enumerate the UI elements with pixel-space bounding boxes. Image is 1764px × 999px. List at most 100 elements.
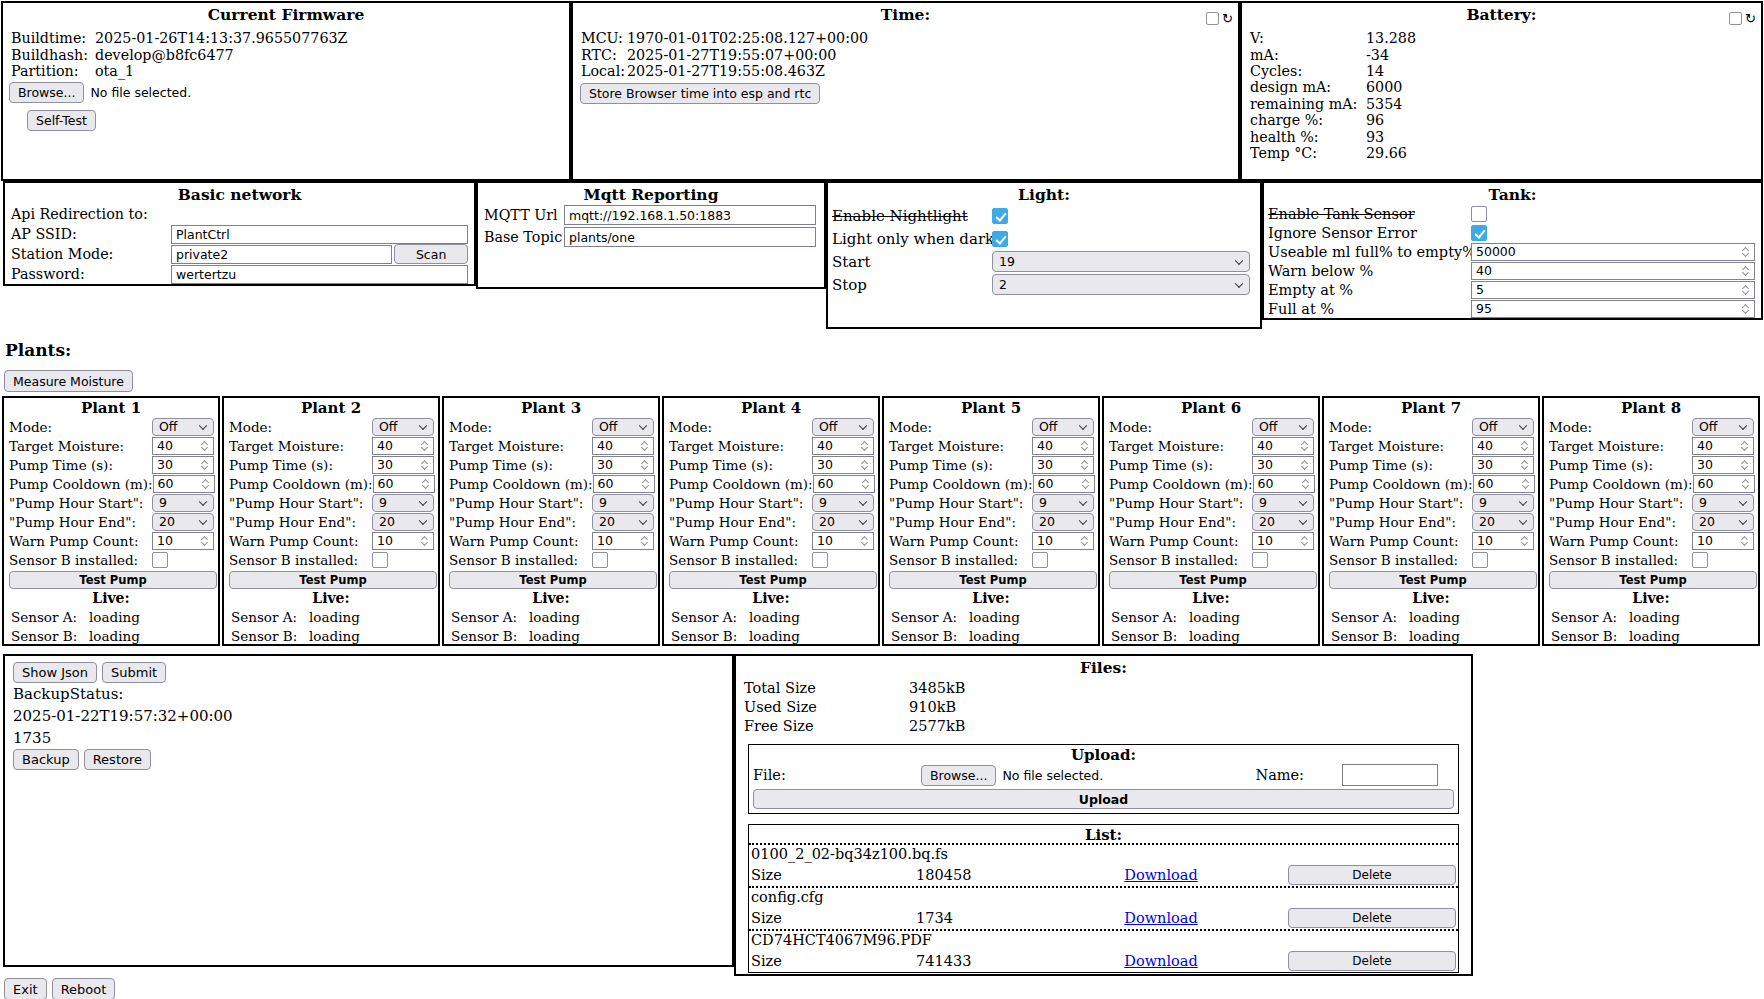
refresh-icon[interactable]: ↻ <box>1745 12 1756 25</box>
test-pump-button[interactable]: Test Pump <box>9 571 217 589</box>
pump-hour-start-select[interactable]: 9 <box>152 494 214 512</box>
pump-time-input[interactable]: 30 <box>152 456 214 474</box>
pump-hour-start-select[interactable]: 9 <box>1472 494 1534 512</box>
store-time-button[interactable]: Store Browser time into esp and rtc <box>580 83 820 104</box>
exit-button[interactable]: Exit <box>4 978 47 999</box>
ap-ssid-input[interactable]: PlantCtrl <box>171 225 468 244</box>
pump-hour-end-select[interactable]: 20 <box>1692 513 1754 531</box>
delete-button[interactable]: Delete <box>1288 908 1456 928</box>
test-pump-button[interactable]: Test Pump <box>669 571 877 589</box>
pump-time-input[interactable]: 30 <box>1032 456 1094 474</box>
sensor-b-installed-checkbox[interactable] <box>1252 552 1268 568</box>
warn-pump-count-input[interactable]: 10 <box>592 532 654 550</box>
warn-pump-count-input[interactable]: 10 <box>812 532 874 550</box>
pump-time-input[interactable]: 30 <box>592 456 654 474</box>
pump-cooldown-input[interactable]: 60 <box>1253 475 1315 493</box>
warn-pump-count-input[interactable]: 10 <box>1252 532 1314 550</box>
pump-hour-start-select[interactable]: 9 <box>372 494 434 512</box>
refresh-icon[interactable]: ↻ <box>1222 12 1233 25</box>
upload-name-input[interactable] <box>1342 764 1438 786</box>
test-pump-button[interactable]: Test Pump <box>889 571 1097 589</box>
test-pump-button[interactable]: Test Pump <box>229 571 437 589</box>
light-stop-select[interactable]: 2 <box>992 274 1250 295</box>
sensor-b-installed-checkbox[interactable] <box>372 552 388 568</box>
download-link[interactable]: Download <box>1066 867 1256 883</box>
sensor-b-installed-checkbox[interactable] <box>1032 552 1048 568</box>
pump-hour-start-select[interactable]: 9 <box>812 494 874 512</box>
warn-pump-count-input[interactable]: 10 <box>1032 532 1094 550</box>
delete-button[interactable]: Delete <box>1288 865 1456 885</box>
mode-select[interactable]: Off <box>372 418 434 436</box>
mode-select[interactable]: Off <box>152 418 214 436</box>
pump-cooldown-input[interactable]: 60 <box>1473 475 1535 493</box>
pump-hour-end-select[interactable]: 20 <box>372 513 434 531</box>
download-link[interactable]: Download <box>1066 910 1256 926</box>
target-moisture-input[interactable]: 40 <box>1032 437 1094 455</box>
ignore-sensor-error-checkbox[interactable] <box>1471 225 1487 241</box>
mode-select[interactable]: Off <box>812 418 874 436</box>
station-mode-input[interactable]: private2 <box>171 245 392 264</box>
pump-hour-end-select[interactable]: 20 <box>812 513 874 531</box>
pump-hour-end-select[interactable]: 20 <box>1252 513 1314 531</box>
target-moisture-input[interactable]: 40 <box>372 437 434 455</box>
pump-hour-end-select[interactable]: 20 <box>1472 513 1534 531</box>
warn-below-input[interactable]: 40 <box>1471 262 1755 280</box>
pump-time-input[interactable]: 30 <box>1692 456 1754 474</box>
mode-select[interactable]: Off <box>1032 418 1094 436</box>
pump-time-input[interactable]: 30 <box>812 456 874 474</box>
warn-pump-count-input[interactable]: 10 <box>1472 532 1534 550</box>
test-pump-button[interactable]: Test Pump <box>1109 571 1317 589</box>
sensor-b-installed-checkbox[interactable] <box>1472 552 1488 568</box>
download-link[interactable]: Download <box>1066 953 1256 969</box>
target-moisture-input[interactable]: 40 <box>1692 437 1754 455</box>
pump-cooldown-input[interactable]: 60 <box>1033 475 1095 493</box>
measure-moisture-button[interactable]: Measure Moisture <box>4 370 133 392</box>
backup-button[interactable]: Backup <box>13 749 79 770</box>
pump-hour-start-select[interactable]: 9 <box>1692 494 1754 512</box>
self-test-button[interactable]: Self-Test <box>27 110 96 131</box>
target-moisture-input[interactable]: 40 <box>812 437 874 455</box>
target-moisture-input[interactable]: 40 <box>152 437 214 455</box>
mode-select[interactable]: Off <box>592 418 654 436</box>
sensor-b-installed-checkbox[interactable] <box>592 552 608 568</box>
warn-pump-count-input[interactable]: 10 <box>152 532 214 550</box>
pump-cooldown-input[interactable]: 60 <box>593 475 655 493</box>
password-input[interactable]: wertertzu <box>171 265 468 284</box>
pump-hour-start-select[interactable]: 9 <box>592 494 654 512</box>
pump-hour-start-select[interactable]: 9 <box>1252 494 1314 512</box>
pump-hour-start-select[interactable]: 9 <box>1032 494 1094 512</box>
pump-time-input[interactable]: 30 <box>1472 456 1534 474</box>
time-refresh-checkbox[interactable] <box>1206 12 1219 25</box>
pump-cooldown-input[interactable]: 60 <box>1693 475 1755 493</box>
mode-select[interactable]: Off <box>1692 418 1754 436</box>
restore-button[interactable]: Restore <box>84 749 151 770</box>
test-pump-button[interactable]: Test Pump <box>1329 571 1537 589</box>
pump-hour-end-select[interactable]: 20 <box>1032 513 1094 531</box>
target-moisture-input[interactable]: 40 <box>592 437 654 455</box>
scan-button[interactable]: Scan <box>394 244 468 264</box>
target-moisture-input[interactable]: 40 <box>1472 437 1534 455</box>
useable-ml-input[interactable]: 50000 <box>1471 243 1755 261</box>
warn-pump-count-input[interactable]: 10 <box>372 532 434 550</box>
sensor-b-installed-checkbox[interactable] <box>152 552 168 568</box>
test-pump-button[interactable]: Test Pump <box>1549 571 1757 589</box>
enable-tank-sensor-checkbox[interactable] <box>1471 206 1487 222</box>
mode-select[interactable]: Off <box>1252 418 1314 436</box>
base-topic-input[interactable]: plants/one <box>564 227 816 247</box>
pump-hour-end-select[interactable]: 20 <box>592 513 654 531</box>
pump-cooldown-input[interactable]: 60 <box>373 475 435 493</box>
pump-cooldown-input[interactable]: 60 <box>153 475 215 493</box>
mode-select[interactable]: Off <box>1472 418 1534 436</box>
warn-pump-count-input[interactable]: 10 <box>1692 532 1754 550</box>
enable-nightlight-checkbox[interactable] <box>992 208 1008 224</box>
pump-time-input[interactable]: 30 <box>372 456 434 474</box>
firmware-browse-button[interactable]: Browse... <box>9 82 84 103</box>
reboot-button[interactable]: Reboot <box>52 978 116 999</box>
test-pump-button[interactable]: Test Pump <box>449 571 657 589</box>
full-at-input[interactable]: 95 <box>1471 300 1755 318</box>
empty-at-input[interactable]: 5 <box>1471 281 1755 299</box>
pump-cooldown-input[interactable]: 60 <box>813 475 875 493</box>
delete-button[interactable]: Delete <box>1288 951 1456 971</box>
submit-button[interactable]: Submit <box>102 662 166 683</box>
mqtt-url-input[interactable]: mqtt://192.168.1.50:1883 <box>564 205 816 225</box>
